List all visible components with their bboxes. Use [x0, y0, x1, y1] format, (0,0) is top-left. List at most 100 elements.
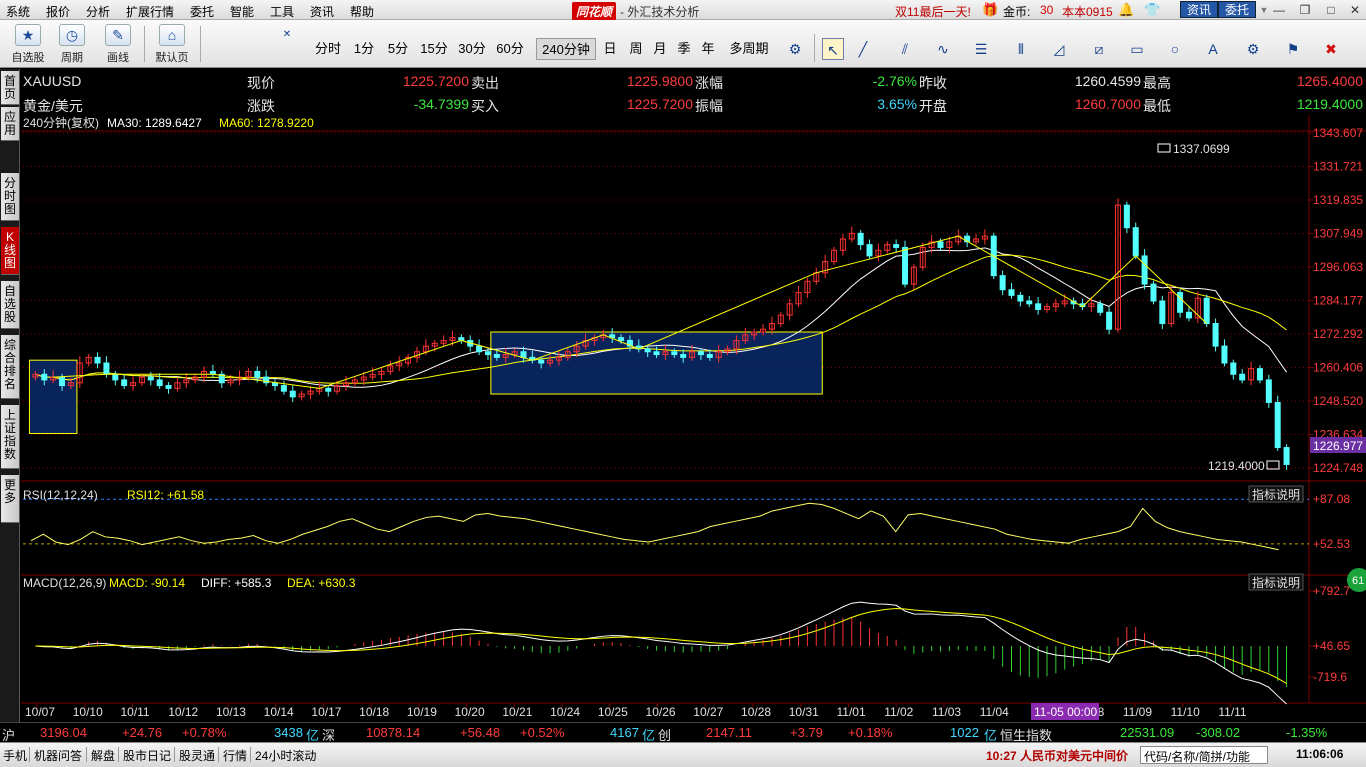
promo-link[interactable]: 双11最后一天!	[895, 3, 971, 20]
trade-dropdown-button[interactable]: 委托	[1218, 1, 1257, 18]
ellipse-tool-icon[interactable]: ○	[1164, 38, 1186, 60]
status-tab-qa[interactable]: 机器问答	[34, 747, 82, 764]
period-5[interactable]: 30分	[456, 38, 488, 60]
date-label: 10/25	[598, 705, 628, 719]
tab-kline[interactable]: K线图	[1, 227, 19, 275]
bell-icon[interactable]: 🔔	[1118, 2, 1134, 18]
period-9[interactable]: 周	[626, 38, 646, 60]
menu-trade[interactable]: 委托	[190, 3, 214, 20]
cy-index[interactable]: 2147.11	[706, 725, 752, 740]
period-13[interactable]: 多周期	[724, 38, 774, 60]
account-name[interactable]: 本本0915	[1062, 3, 1113, 20]
draw-button[interactable]: ✎ 画线	[96, 22, 140, 66]
default-page-button[interactable]: ⌂ 默认页	[150, 22, 194, 66]
candle-body	[937, 241, 944, 248]
search-input[interactable]: 代码/名称/简拼/功能	[1140, 746, 1268, 764]
fibonacci-tool-icon[interactable]: ☰	[970, 38, 992, 60]
side-badge-text: 61	[1352, 575, 1364, 587]
rsi-indicator-button[interactable]: 指标说明	[1248, 485, 1304, 503]
sz-index[interactable]: 10878.14	[366, 725, 420, 740]
rectangle-tool-icon[interactable]: ▭	[1126, 38, 1148, 60]
pct-label: 涨幅	[695, 75, 723, 91]
candle-body	[103, 362, 110, 375]
shirt-icon[interactable]: 👕	[1144, 2, 1160, 18]
high-value: 1265.4000	[1296, 73, 1363, 89]
tab-timeshare[interactable]: 分时图	[1, 173, 19, 221]
candle	[307, 386, 314, 400]
menu-quote[interactable]: 报价	[46, 3, 70, 20]
hs-change: -308.02	[1196, 725, 1241, 740]
status-tab-diary[interactable]: 股市日记	[123, 747, 171, 764]
settings-tool-icon[interactable]: ⚙	[1242, 38, 1264, 60]
period-8[interactable]: 日	[600, 38, 620, 60]
parallel-tool-icon[interactable]: ⫽	[894, 38, 916, 60]
status-tab-market[interactable]: 行情	[223, 747, 247, 764]
cycle-button[interactable]: ◷ 周期	[50, 22, 94, 66]
period-12[interactable]: 年	[698, 38, 718, 60]
menu-smart[interactable]: 智能	[230, 3, 254, 20]
period-11[interactable]: 季	[674, 38, 694, 60]
gift-icon[interactable]: 🎁	[982, 2, 998, 18]
status-tab-guling[interactable]: 股灵通	[179, 747, 215, 764]
fan-tool-icon[interactable]: ◿	[1048, 38, 1070, 60]
candle	[1212, 318, 1219, 352]
hs-index[interactable]: 22531.09	[1120, 725, 1174, 740]
collapse-icon[interactable]: ✕	[276, 24, 298, 46]
tab-shanghai-index[interactable]: 上证指数	[1, 405, 19, 469]
wave-tool-icon[interactable]: ∿	[932, 38, 954, 60]
sh-index[interactable]: 3196.04	[40, 725, 87, 740]
gear-icon[interactable]: ⚙	[784, 38, 806, 60]
candle	[378, 368, 385, 380]
tab-ranking[interactable]: 综合排名	[1, 335, 19, 399]
diff-value: DIFF: +585.3	[201, 576, 272, 590]
candle-body	[1008, 289, 1015, 296]
bookmark-tool-icon[interactable]: ⚑	[1282, 38, 1304, 60]
period-1[interactable]: 分时	[312, 38, 344, 60]
cursor-icon[interactable]: ↖	[822, 38, 844, 60]
menu-extended[interactable]: 扩展行情	[126, 3, 174, 20]
candle-body	[520, 351, 527, 358]
minimize-icon[interactable]: —	[1270, 2, 1288, 18]
period-4[interactable]: 15分	[418, 38, 450, 60]
menu-system[interactable]: 系统	[6, 3, 30, 20]
text-tool-icon[interactable]: A	[1202, 38, 1224, 60]
status-tab-analysis[interactable]: 解盘	[91, 747, 115, 764]
status-divider	[250, 747, 251, 762]
menu-help[interactable]: 帮助	[350, 3, 374, 20]
macd-legend: MACD(12,26,9)	[23, 576, 106, 590]
info-button[interactable]: 资讯	[1180, 1, 1219, 18]
close-icon[interactable]: ✕	[1346, 2, 1364, 18]
period-6[interactable]: 60分	[494, 38, 526, 60]
min-price-text: 1219.4000	[1208, 459, 1265, 473]
channel-tool-icon[interactable]: ⧄	[1088, 38, 1110, 60]
coins-label: 金币:	[1003, 5, 1031, 19]
tab-watchlist[interactable]: 自选股	[1, 281, 19, 329]
status-tab-rolling[interactable]: 24小时滚动	[255, 747, 316, 764]
macd-indicator-button[interactable]: 指标说明	[1248, 573, 1304, 591]
sh-change: +24.76	[122, 725, 163, 740]
tab-home[interactable]: 首页	[1, 71, 19, 105]
tab-more[interactable]: 更多	[1, 475, 19, 523]
macd-panel: +792.7 +46.65 -719.6	[35, 584, 1350, 705]
candle-body	[59, 376, 66, 387]
line-tool-icon[interactable]: ╱	[852, 38, 874, 60]
news-ticker[interactable]: 10:27 人民币对美元中间价	[986, 747, 1128, 764]
period-10[interactable]: 月	[650, 38, 670, 60]
period-3[interactable]: 5分	[384, 38, 412, 60]
delete-tool-icon[interactable]: ✖	[1320, 38, 1342, 60]
menu-analysis[interactable]: 分析	[86, 3, 110, 20]
tab-apps[interactable]: 应用	[1, 107, 19, 141]
menu-news[interactable]: 资讯	[310, 3, 334, 20]
kline-chart[interactable]: +87.08 +52.53 +792.7 +46.65 -719.6 1343.607…	[21, 115, 1366, 722]
pencil-icon: ✎	[105, 24, 131, 46]
maximize-icon[interactable]: □	[1322, 2, 1340, 18]
self-select-button[interactable]: ★ 自选股	[6, 22, 50, 66]
sh-percent: +0.78%	[182, 725, 227, 740]
period-7[interactable]: 240分钟	[536, 38, 596, 60]
menu-tools[interactable]: 工具	[270, 3, 294, 20]
status-tab-mobile[interactable]: 手机	[3, 747, 27, 764]
candle	[884, 241, 891, 254]
restore-icon[interactable]: ❐	[1296, 2, 1314, 18]
bars-tool-icon[interactable]: ⦀	[1010, 38, 1032, 60]
period-2[interactable]: 1分	[350, 38, 378, 60]
